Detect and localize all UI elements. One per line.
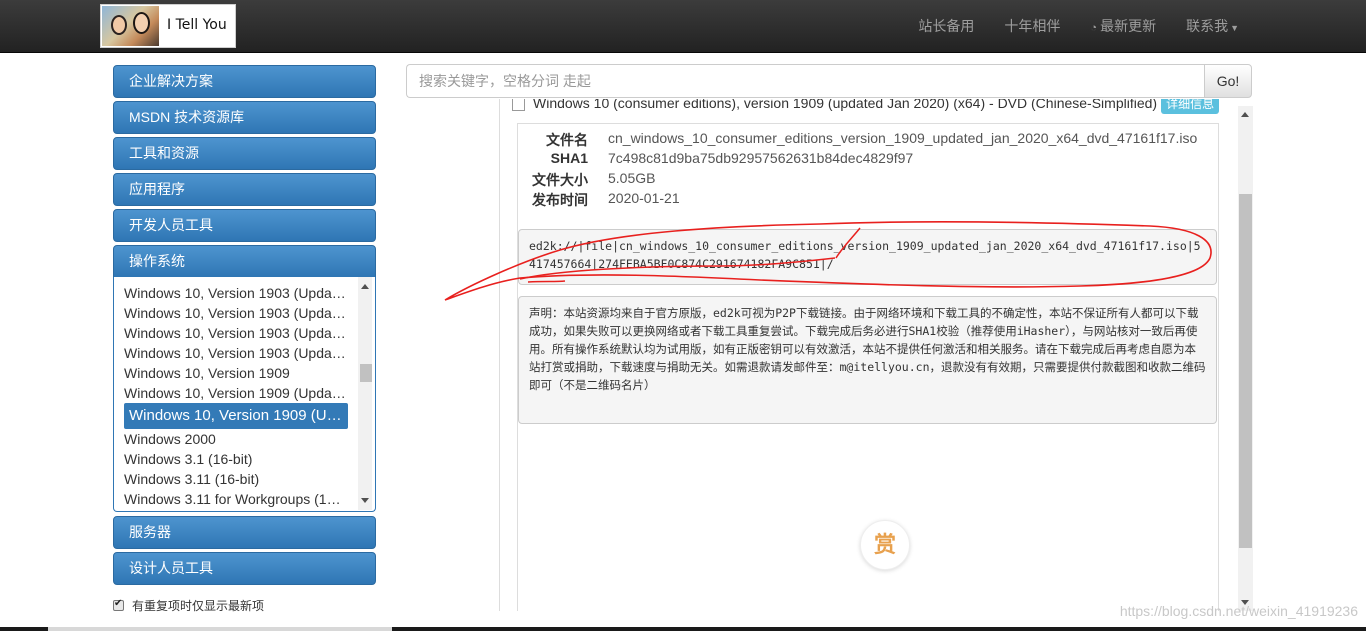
logo-text: I Tell You (167, 17, 227, 33)
filesize-value: 5.05GB (608, 170, 656, 186)
reward-button[interactable]: 赏 (860, 520, 910, 570)
nav-latest-updates[interactable]: ◔ 最新更新 (1075, 0, 1171, 52)
sha1-label: SHA1 (550, 150, 588, 166)
dedupe-label: 有重复项时仅显示最新项 (132, 599, 265, 613)
os-list-item[interactable]: Windows 10, Version 1903 (Upda… (124, 283, 350, 303)
top-navbar: I Tell You 站长备用 十年相伴 ◔ 最新更新 联系我 ▼ (0, 0, 1366, 53)
os-list-item-selected[interactable]: Windows 10, Version 1909 (Upd… (124, 403, 348, 429)
category-tools[interactable]: 工具和资源 (113, 137, 376, 170)
release-date-value: 2020-01-21 (608, 190, 680, 206)
main-scrollbar[interactable] (1238, 106, 1253, 611)
os-list-item[interactable]: Windows 10, Version 1909 (124, 363, 350, 383)
details-badge[interactable]: 详细信息 (1161, 99, 1220, 114)
file-info-panel: 文件名 cn_windows_10_consumer_editions_vers… (517, 123, 1219, 611)
scroll-thumb[interactable] (360, 364, 372, 382)
category-servers[interactable]: 服务器 (113, 516, 376, 549)
logo-image (102, 6, 159, 46)
sha1-value: 7c498c81d9ba75db92957562631b84dec4829f97 (608, 150, 914, 166)
os-list[interactable]: Windows 10, Version 1903 (Upda… Windows … (113, 277, 376, 512)
watermark: https://blog.csdn.net/weixin_41919236 (1119, 603, 1358, 619)
site-logo[interactable]: I Tell You (100, 4, 236, 48)
product-checkbox[interactable] (512, 99, 525, 111)
os-list-item[interactable]: Windows 3.1 (16-bit) (124, 449, 350, 469)
scroll-up-icon[interactable] (1241, 112, 1249, 117)
caret-down-icon: ▼ (1230, 23, 1239, 33)
os-list-scrollbar[interactable] (358, 277, 372, 510)
dedupe-option[interactable]: 有重复项时仅显示最新项 (113, 597, 264, 614)
os-list-item[interactable]: Windows 10, Version 1903 (Upda… (124, 303, 350, 323)
disclaimer-text: 声明：本站资源均来自于官方原版，ed2k可视为P2P下载链接。由于网络环境和下载… (518, 296, 1217, 424)
os-list-item[interactable]: Windows 3.11 for Workgroups (1… (124, 489, 350, 509)
scroll-up-icon[interactable] (361, 284, 369, 289)
os-list-item[interactable]: Windows 10, Version 1909 (Upda… (124, 383, 350, 403)
scroll-thumb[interactable] (1239, 194, 1252, 548)
category-operating-systems[interactable]: 操作系统 (113, 245, 376, 278)
detail-pane: Windows 10 (consumer editions), version … (499, 99, 1240, 611)
os-list-item[interactable]: Windows 10, Version 1903 (Upda… (124, 323, 350, 343)
filename-label: 文件名 (546, 132, 588, 148)
category-enterprise[interactable]: 企业解决方案 (113, 65, 376, 98)
os-list-item[interactable]: Windows 2000 (124, 429, 350, 449)
nav-contact[interactable]: 联系我 ▼ (1171, 0, 1254, 52)
nav-backup[interactable]: 站长备用 (903, 0, 989, 52)
product-row[interactable]: Windows 10 (consumer editions), version … (512, 99, 1220, 114)
category-developer-tools[interactable]: 开发人员工具 (113, 209, 376, 242)
scroll-down-icon[interactable] (361, 498, 369, 503)
category-designer-tools[interactable]: 设计人员工具 (113, 552, 376, 585)
filesize-label: 文件大小 (532, 172, 588, 188)
category-applications[interactable]: 应用程序 (113, 173, 376, 206)
category-msdn[interactable]: MSDN 技术资源库 (113, 101, 376, 134)
os-list-item[interactable]: Windows 10, Version 1903 (Upda… (124, 343, 350, 363)
os-list-item[interactable]: Windows 3.11 (16-bit) (124, 469, 350, 489)
search-input[interactable]: 搜索关键字，空格分词 走起 (406, 64, 1205, 98)
ed2k-link[interactable]: ed2k://|file|cn_windows_10_consumer_edit… (518, 229, 1217, 285)
filename-value: cn_windows_10_consumer_editions_version_… (608, 130, 1198, 146)
nav-ten-years[interactable]: 十年相伴 (989, 0, 1075, 52)
taskbar-strip (0, 627, 1366, 631)
search-go-button[interactable]: Go! (1204, 64, 1252, 98)
dedupe-checkbox[interactable] (113, 598, 124, 611)
rss-icon: ◔ (1090, 22, 1098, 34)
release-date-label: 发布时间 (532, 192, 588, 208)
